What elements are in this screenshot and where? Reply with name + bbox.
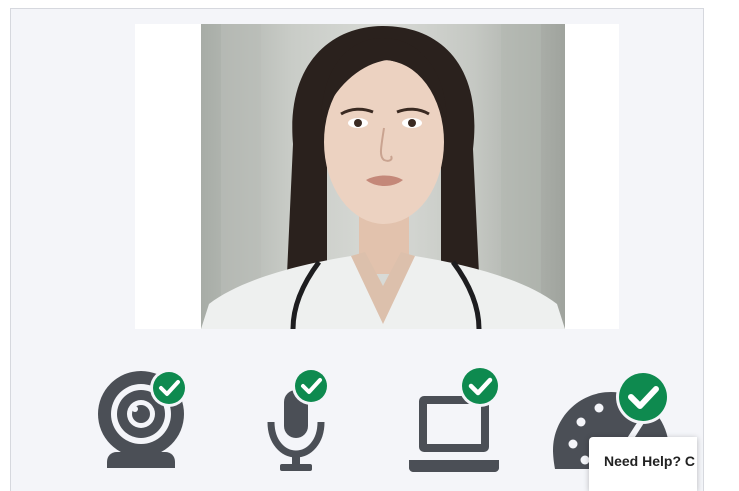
check-badge-icon bbox=[292, 367, 330, 405]
camera-preview-frame bbox=[135, 24, 619, 329]
computer-check bbox=[407, 364, 517, 474]
need-help-label: Need Help? C bbox=[604, 453, 696, 469]
microphone-check bbox=[263, 364, 343, 474]
webcam-check bbox=[95, 364, 195, 474]
check-badge-icon bbox=[150, 369, 188, 407]
check-badge-icon bbox=[616, 370, 670, 424]
camera-preview-image bbox=[201, 24, 565, 329]
need-help-button[interactable]: Need Help? C bbox=[589, 437, 697, 491]
laptop-icon bbox=[409, 396, 499, 472]
check-badge-icon bbox=[459, 365, 501, 407]
device-check-panel bbox=[10, 8, 704, 491]
